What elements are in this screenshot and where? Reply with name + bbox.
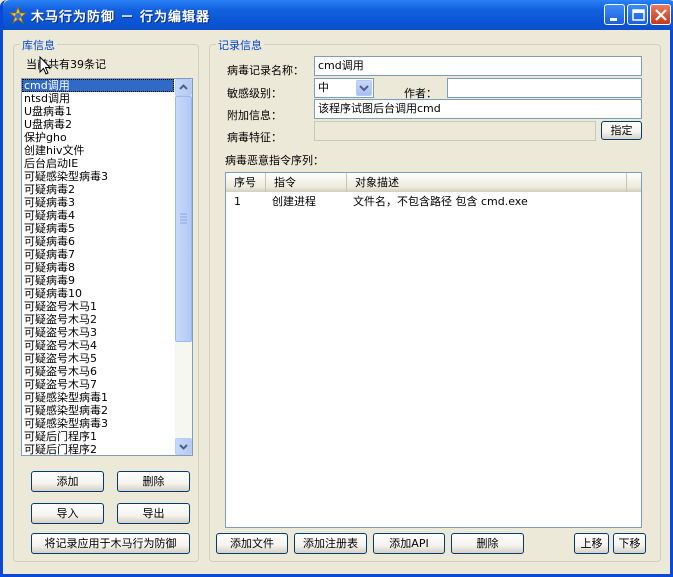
name-field[interactable]: cmd调用 xyxy=(314,56,642,76)
list-item[interactable]: 可疑盗号木马4 xyxy=(22,339,174,352)
specify-button[interactable]: 指定 xyxy=(601,121,642,140)
chevron-down-icon xyxy=(179,444,188,450)
column-header-command[interactable]: 指令 xyxy=(266,173,347,192)
scroll-up-button[interactable] xyxy=(175,79,192,96)
list-item[interactable]: 可疑病毒9 xyxy=(22,274,174,287)
list-item[interactable]: 可疑盗号木马6 xyxy=(22,365,174,378)
maximize-icon xyxy=(632,9,645,21)
list-item[interactable]: 可疑感染型病毒2 xyxy=(22,404,174,417)
row-description: 文件名，不包含路径 包含 cmd.exe xyxy=(353,195,528,208)
delete-record-button[interactable]: 删除 xyxy=(117,471,190,492)
list-item[interactable]: 可疑盗号木马1 xyxy=(22,300,174,313)
add-file-button[interactable]: 添加文件 xyxy=(216,533,288,554)
extra-info-label: 附加信息： xyxy=(227,109,282,122)
name-label: 病毒记录名称： xyxy=(227,64,304,77)
level-select[interactable]: 中 xyxy=(314,78,374,98)
import-button[interactable]: 导入 xyxy=(31,503,104,524)
sequence-label: 病毒恶意指令序列： xyxy=(225,154,324,167)
close-button[interactable] xyxy=(650,4,671,25)
list-item[interactable]: 可疑病毒7 xyxy=(22,248,174,261)
maximize-button[interactable] xyxy=(627,4,648,25)
list-item[interactable]: 可疑感染型病毒3 xyxy=(22,170,174,183)
list-scrollbar[interactable] xyxy=(175,79,192,455)
library-group-title: 库信息 xyxy=(20,37,57,53)
scroll-down-button[interactable] xyxy=(175,438,192,455)
list-item[interactable]: U盘病毒2 xyxy=(22,118,174,131)
record-list: cmd调用 ntsd调用 U盘病毒1 U盘病毒2 保护gho 创建hiv文件 后台启动IE 可… xyxy=(22,79,192,455)
list-item[interactable]: 可疑后门程序2 xyxy=(22,443,174,455)
export-button[interactable]: 导出 xyxy=(117,503,190,524)
apply-records-button[interactable]: 将记录应用于木马行为防御 xyxy=(31,533,190,554)
add-registry-button[interactable]: 添加注册表 xyxy=(294,533,367,554)
column-header-no[interactable]: 序号 xyxy=(226,173,266,192)
list-item[interactable]: 可疑病毒4 xyxy=(22,209,174,222)
minimize-button[interactable] xyxy=(604,4,625,25)
list-item[interactable]: 可疑病毒10 xyxy=(22,287,174,300)
level-dropdown-button[interactable] xyxy=(356,80,372,96)
list-item[interactable]: 可疑感染型病毒1 xyxy=(22,391,174,404)
title-bar[interactable]: 木马行为防御 － 行为编辑器 xyxy=(3,0,673,30)
instruction-list[interactable]: 序号 指令 对象描述 1 创建进程 文件名，不包含路径 包含 cmd.exe xyxy=(225,172,642,528)
author-field[interactable] xyxy=(447,78,642,98)
mouse-cursor-icon xyxy=(39,56,52,75)
list-item[interactable]: 保护gho xyxy=(22,131,174,144)
column-header-description[interactable]: 对象描述 xyxy=(347,173,627,192)
row-no: 1 xyxy=(234,195,241,208)
add-api-button[interactable]: 添加API xyxy=(373,533,445,554)
extra-info-field[interactable]: 该程序试图后台调用cmd xyxy=(314,99,642,119)
list-item[interactable]: 可疑盗号木马3 xyxy=(22,326,174,339)
record-group-title: 记录信息 xyxy=(216,37,264,53)
signature-field xyxy=(314,121,596,141)
add-record-button[interactable]: 添加 xyxy=(31,471,104,492)
chevron-up-icon xyxy=(179,84,188,90)
grip-icon xyxy=(180,213,187,224)
list-item[interactable]: 后台启动IE xyxy=(22,157,174,170)
list-item[interactable]: ntsd调用 xyxy=(22,92,174,105)
minimize-icon xyxy=(610,18,617,21)
signature-label: 病毒特征： xyxy=(227,131,282,144)
level-value: 中 xyxy=(318,81,329,94)
move-down-button[interactable]: 下移 xyxy=(613,533,646,554)
list-item[interactable]: 可疑病毒3 xyxy=(22,196,174,209)
shield-star-icon xyxy=(9,6,27,24)
level-label: 敏感级别： xyxy=(227,87,282,100)
list-item[interactable]: 可疑病毒8 xyxy=(22,261,174,274)
window-title: 木马行为防御 － 行为编辑器 xyxy=(31,10,211,25)
record-count: 当前共有39条记 xyxy=(26,58,106,71)
row-command: 创建进程 xyxy=(272,195,316,208)
list-item[interactable]: 创建hiv文件 xyxy=(22,144,174,157)
chevron-down-icon xyxy=(359,85,369,92)
list-item[interactable]: U盘病毒1 xyxy=(22,105,174,118)
app-window: 木马行为防御 － 行为编辑器 库信息 当前共有39条记 cmd调用 ntsd调用 U… xyxy=(0,0,673,577)
list-item[interactable]: 可疑病毒5 xyxy=(22,222,174,235)
list-item[interactable]: cmd调用 xyxy=(22,79,174,92)
list-item[interactable]: 可疑病毒6 xyxy=(22,235,174,248)
scroll-thumb[interactable] xyxy=(175,96,192,342)
close-icon xyxy=(655,9,667,21)
list-item[interactable]: 可疑感染型病毒3 xyxy=(22,417,174,430)
list-item[interactable]: 可疑盗号木马7 xyxy=(22,378,174,391)
delete-instruction-button[interactable]: 删除 xyxy=(451,533,524,554)
list-header: 序号 指令 对象描述 xyxy=(226,173,641,192)
list-item[interactable]: 可疑盗号木马5 xyxy=(22,352,174,365)
move-up-button[interactable]: 上移 xyxy=(574,533,609,554)
list-item[interactable]: 可疑盗号木马2 xyxy=(22,313,174,326)
list-item[interactable]: 可疑病毒2 xyxy=(22,183,174,196)
list-item[interactable]: 可疑后门程序1 xyxy=(22,430,174,443)
record-listbox[interactable]: cmd调用 ntsd调用 U盘病毒1 U盘病毒2 保护gho 创建hiv文件 后台启动IE 可… xyxy=(21,78,193,456)
